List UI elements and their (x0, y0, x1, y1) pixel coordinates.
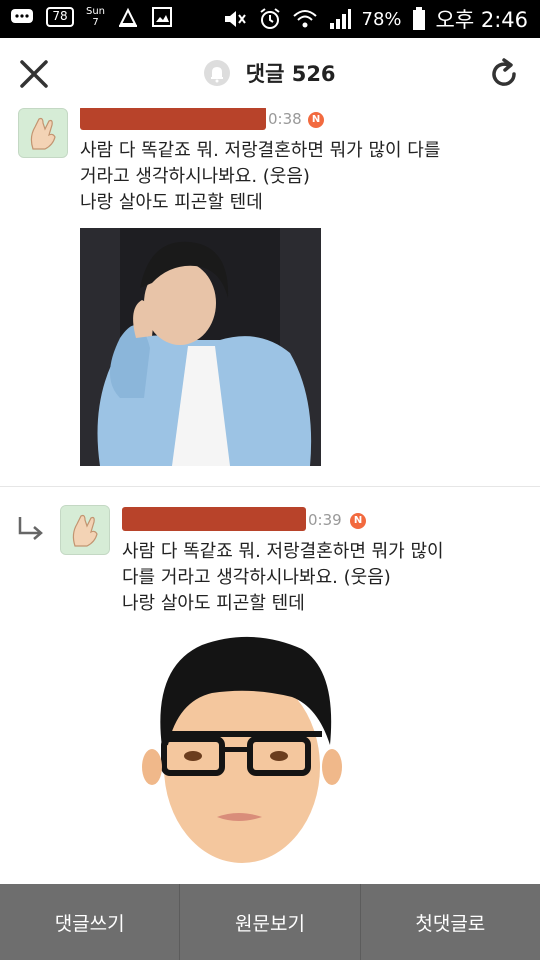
refresh-icon (492, 58, 516, 86)
new-badge: N (350, 513, 366, 529)
gallery-icon (151, 6, 173, 28)
comment-item: 0:38 N 사람 다 똑같죠 뭐. 저랑결혼하면 뭐가 많이 다를 거라고 생… (0, 108, 540, 484)
avatar[interactable] (60, 505, 110, 555)
sun-label: Sun (86, 6, 106, 17)
status-bar: 78 Sun 7 78% 오후 2:46 (0, 0, 540, 38)
avatar[interactable] (18, 108, 68, 158)
comment-list[interactable]: 0:38 N 사람 다 똑같죠 뭐. 저랑결혼하면 뭐가 많이 다를 거라고 생… (0, 108, 540, 884)
app-bar: 댓글 526 (0, 38, 540, 109)
comment-line: 사람 다 똑같죠 뭐. 저랑결혼하면 뭐가 많이 (122, 541, 444, 562)
sun-icon: Sun 7 (86, 6, 105, 28)
comment-line: 사람 다 똑같죠 뭐. 저랑결혼하면 뭐가 많이 다를 (80, 140, 441, 161)
refresh-button[interactable] (486, 56, 522, 92)
bell-icon[interactable] (204, 60, 231, 86)
write-comment-button[interactable]: 댓글쓰기 (0, 884, 181, 960)
wifi-icon (292, 8, 318, 30)
recycle-icon (117, 6, 139, 28)
battery-icon (412, 7, 426, 31)
clock: 오후 2:46 (435, 8, 528, 32)
comment-image[interactable] (122, 627, 362, 867)
calendar-badge: 78 (52, 9, 68, 23)
comment-text: 사람 다 똑같죠 뭐. 저랑결혼하면 뭐가 많이 다를 거라고 생각하시나봐요.… (80, 138, 440, 216)
comment-line: 거라고 생각하시나봐요. (웃음) (80, 166, 310, 187)
redacted-username (122, 507, 306, 531)
comment-time: 0:39 (308, 511, 342, 529)
status-right-icons: 78% 오후 2:46 (222, 4, 528, 34)
message-icon (10, 7, 34, 27)
comment-time: 0:38 (268, 110, 302, 128)
reply-comment-item: 0:39 N 사람 다 똑같죠 뭐. 저랑결혼하면 뭐가 많이 다를 거라고 생… (0, 486, 540, 884)
reply-arrow-icon (16, 513, 46, 543)
battery-percent: 78% (361, 8, 402, 30)
first-comment-button[interactable]: 첫댓글로 (361, 884, 540, 960)
comment-text: 사람 다 똑같죠 뭐. 저랑결혼하면 뭐가 많이 다를 거라고 생각하시나봐요.… (122, 539, 444, 617)
page-title-wrap: 댓글 526 (0, 58, 540, 88)
signal-icon (328, 8, 352, 30)
page-title: 댓글 526 (245, 62, 336, 86)
calendar-icon: 78 (46, 6, 74, 28)
sun-day: 7 (92, 17, 99, 28)
comment-line: 나랑 살아도 피곤할 텐데 (122, 593, 305, 614)
redacted-username (80, 108, 266, 130)
new-badge: N (308, 112, 324, 128)
bottom-action-bar: 댓글쓰기 원문보기 첫댓글로 (0, 884, 540, 960)
comment-line: 나랑 살아도 피곤할 텐데 (80, 192, 263, 213)
status-left-icons: 78 Sun 7 (10, 6, 173, 28)
view-original-button[interactable]: 원문보기 (180, 884, 361, 960)
comment-image[interactable] (80, 228, 321, 466)
alarm-icon (258, 7, 282, 31)
comment-line: 다를 거라고 생각하시나봐요. (웃음) (122, 567, 391, 588)
mute-icon (222, 8, 248, 30)
